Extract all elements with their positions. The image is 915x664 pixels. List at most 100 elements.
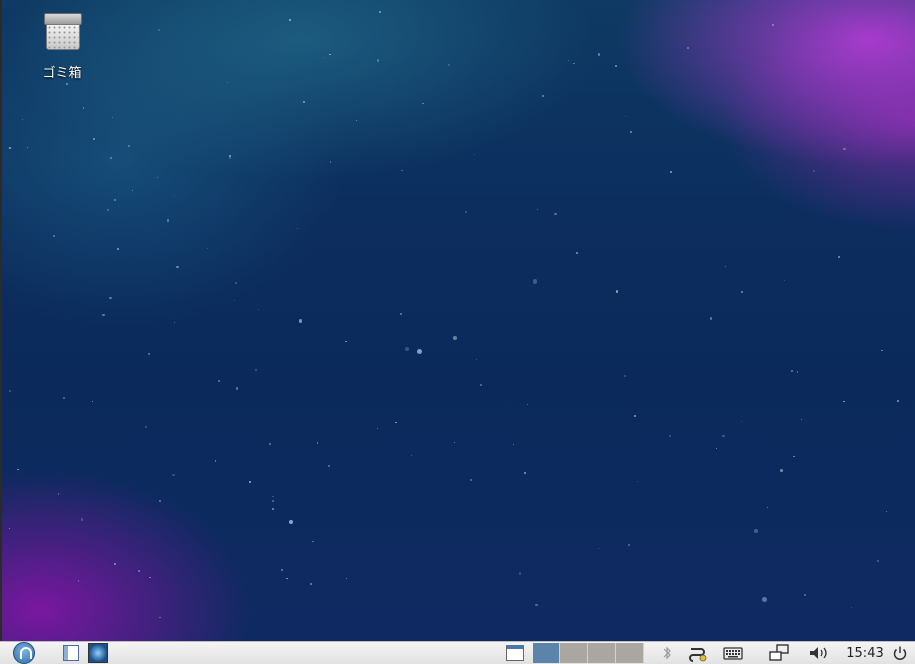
star [542,94,545,98]
star [229,157,231,159]
star [554,212,557,216]
star [58,493,60,495]
star [214,460,217,462]
star [297,227,299,229]
star [226,81,228,83]
star [376,59,380,62]
star [636,480,639,483]
star [346,577,348,580]
star [629,130,632,134]
star [533,279,538,284]
desktop-icon-trash[interactable]: ゴミ箱 [32,10,92,86]
star [9,146,11,149]
web-browser-icon [88,643,108,663]
star [229,155,232,158]
star [812,169,815,173]
star [885,510,888,513]
star [710,317,713,320]
star [404,346,410,352]
volume-icon[interactable] [806,642,832,664]
star [475,359,478,361]
web-browser-launcher[interactable] [86,642,110,664]
star [838,256,841,259]
star [851,607,853,609]
workspace-4[interactable] [616,643,644,663]
star [329,53,331,56]
star [149,576,151,579]
star [535,604,538,607]
clock[interactable]: 15:43 [844,642,886,664]
star [52,234,55,237]
workspace-2[interactable] [560,643,588,663]
star [272,496,274,498]
taskbar: 15:43 [0,641,915,664]
power-icon[interactable] [889,642,911,664]
star [473,153,475,156]
star [269,442,272,446]
star [323,56,325,58]
star [298,319,303,323]
star [280,568,283,571]
star [791,370,793,372]
star [800,418,803,421]
star [310,582,313,585]
star [172,473,175,477]
star [576,251,579,254]
bluetooth-icon[interactable] [658,642,676,664]
star [843,401,845,403]
star [289,19,292,22]
star [753,528,759,534]
keyboard-icon[interactable] [720,642,746,664]
star [896,399,899,402]
star [271,508,274,510]
star [235,281,237,284]
star [144,425,147,428]
star [176,265,179,269]
star [400,313,402,315]
star [254,368,257,371]
desktop-left-edge [0,0,2,641]
star [741,291,743,293]
star [519,572,522,575]
star [567,59,569,61]
star [316,442,319,444]
star [377,428,379,430]
workspace-3[interactable] [588,643,616,663]
star [448,63,451,66]
star [740,420,743,423]
star [796,371,799,373]
star [687,47,690,49]
star [62,396,65,399]
star [92,400,94,402]
star [573,62,575,65]
star [464,210,467,213]
show-desktop-button[interactable] [504,642,526,664]
workspace-1[interactable] [533,643,560,663]
star [173,194,175,196]
star [627,543,631,547]
star [411,455,413,457]
star [523,472,526,475]
star [453,441,456,444]
display-icon[interactable] [766,642,792,664]
star [766,507,768,509]
star [715,448,718,450]
file-manager-launcher[interactable] [60,642,82,664]
star [356,120,358,122]
network-icon[interactable] [686,642,710,664]
star [249,481,251,483]
star [26,146,28,148]
star [327,464,330,467]
star [77,580,80,582]
star [80,518,84,521]
star [395,421,397,424]
star [416,349,422,355]
start-menu-icon [13,642,35,664]
star [452,336,457,340]
start-menu-button[interactable] [4,642,44,664]
star [597,53,600,56]
star [17,468,19,470]
star [513,443,515,445]
star [218,379,221,382]
desktop-background[interactable]: ゴミ箱 [0,0,915,641]
